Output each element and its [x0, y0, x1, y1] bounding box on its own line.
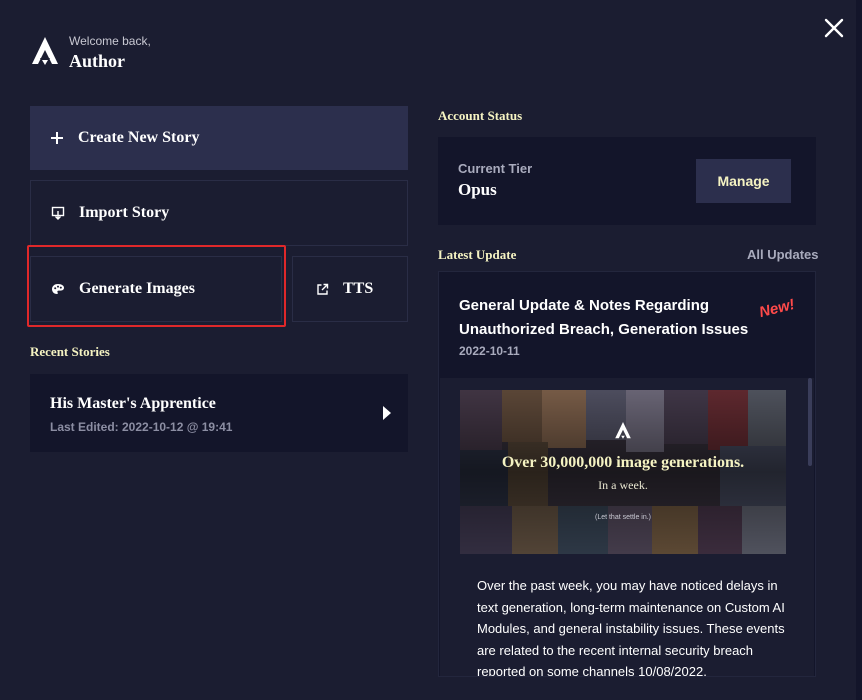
tier-label: Current Tier	[458, 161, 533, 176]
collage-background	[460, 390, 786, 554]
close-icon[interactable]	[823, 17, 845, 39]
promo-headline: Over 30,000,000 image generations.	[501, 454, 745, 471]
manage-button[interactable]: Manage	[696, 159, 791, 203]
external-link-icon	[314, 281, 330, 297]
logo-icon	[32, 37, 58, 67]
account-tier-card: Current Tier Opus Manage	[438, 137, 816, 225]
promo-footnote: (Let that settle in.)	[594, 514, 652, 521]
promo-logo-icon	[615, 422, 631, 439]
story-card[interactable]: His Master's Apprentice Last Edited: 202…	[30, 374, 408, 452]
create-new-story-label: Create New Story	[78, 129, 200, 146]
import-icon	[50, 205, 66, 221]
update-title: General Update & Notes Regarding Unautho…	[459, 297, 749, 338]
welcome-text: Welcome back,	[69, 34, 151, 48]
update-body-text: Over the past week, you may have noticed…	[477, 578, 785, 677]
tts-label: TTS	[343, 280, 374, 297]
generate-images-label: Generate Images	[79, 280, 195, 297]
generate-images-button[interactable]: Generate Images	[30, 256, 282, 322]
username: Author	[69, 51, 126, 71]
promo-subline: In a week.	[598, 478, 648, 492]
update-image: Over 30,000,000 image generations. In a …	[460, 390, 786, 554]
scrollbar-thumb[interactable]	[808, 378, 812, 466]
story-last-edited: Last Edited: 2022-10-12 @ 19:41	[50, 420, 233, 434]
update-card[interactable]: General Update & Notes Regarding Unautho…	[438, 271, 816, 677]
story-title: His Master's Apprentice	[50, 395, 216, 412]
all-updates-link[interactable]: All Updates	[747, 247, 819, 262]
plus-icon	[49, 130, 65, 146]
tier-value: Opus	[458, 180, 497, 199]
palette-icon	[50, 281, 66, 297]
recent-stories-heading: Recent Stories	[30, 344, 110, 359]
create-new-story-button[interactable]: Create New Story	[30, 106, 408, 170]
update-body[interactable]: Over 30,000,000 image generations. In a …	[440, 378, 814, 677]
window-edge	[856, 0, 862, 700]
chevron-right-icon[interactable]	[383, 406, 391, 420]
import-story-label: Import Story	[79, 204, 170, 221]
update-date: 2022-10-11	[459, 344, 520, 358]
account-status-heading: Account Status	[438, 108, 523, 123]
tts-button[interactable]: TTS	[292, 256, 408, 322]
latest-update-heading: Latest Update	[438, 247, 517, 262]
import-story-button[interactable]: Import Story	[30, 180, 408, 246]
